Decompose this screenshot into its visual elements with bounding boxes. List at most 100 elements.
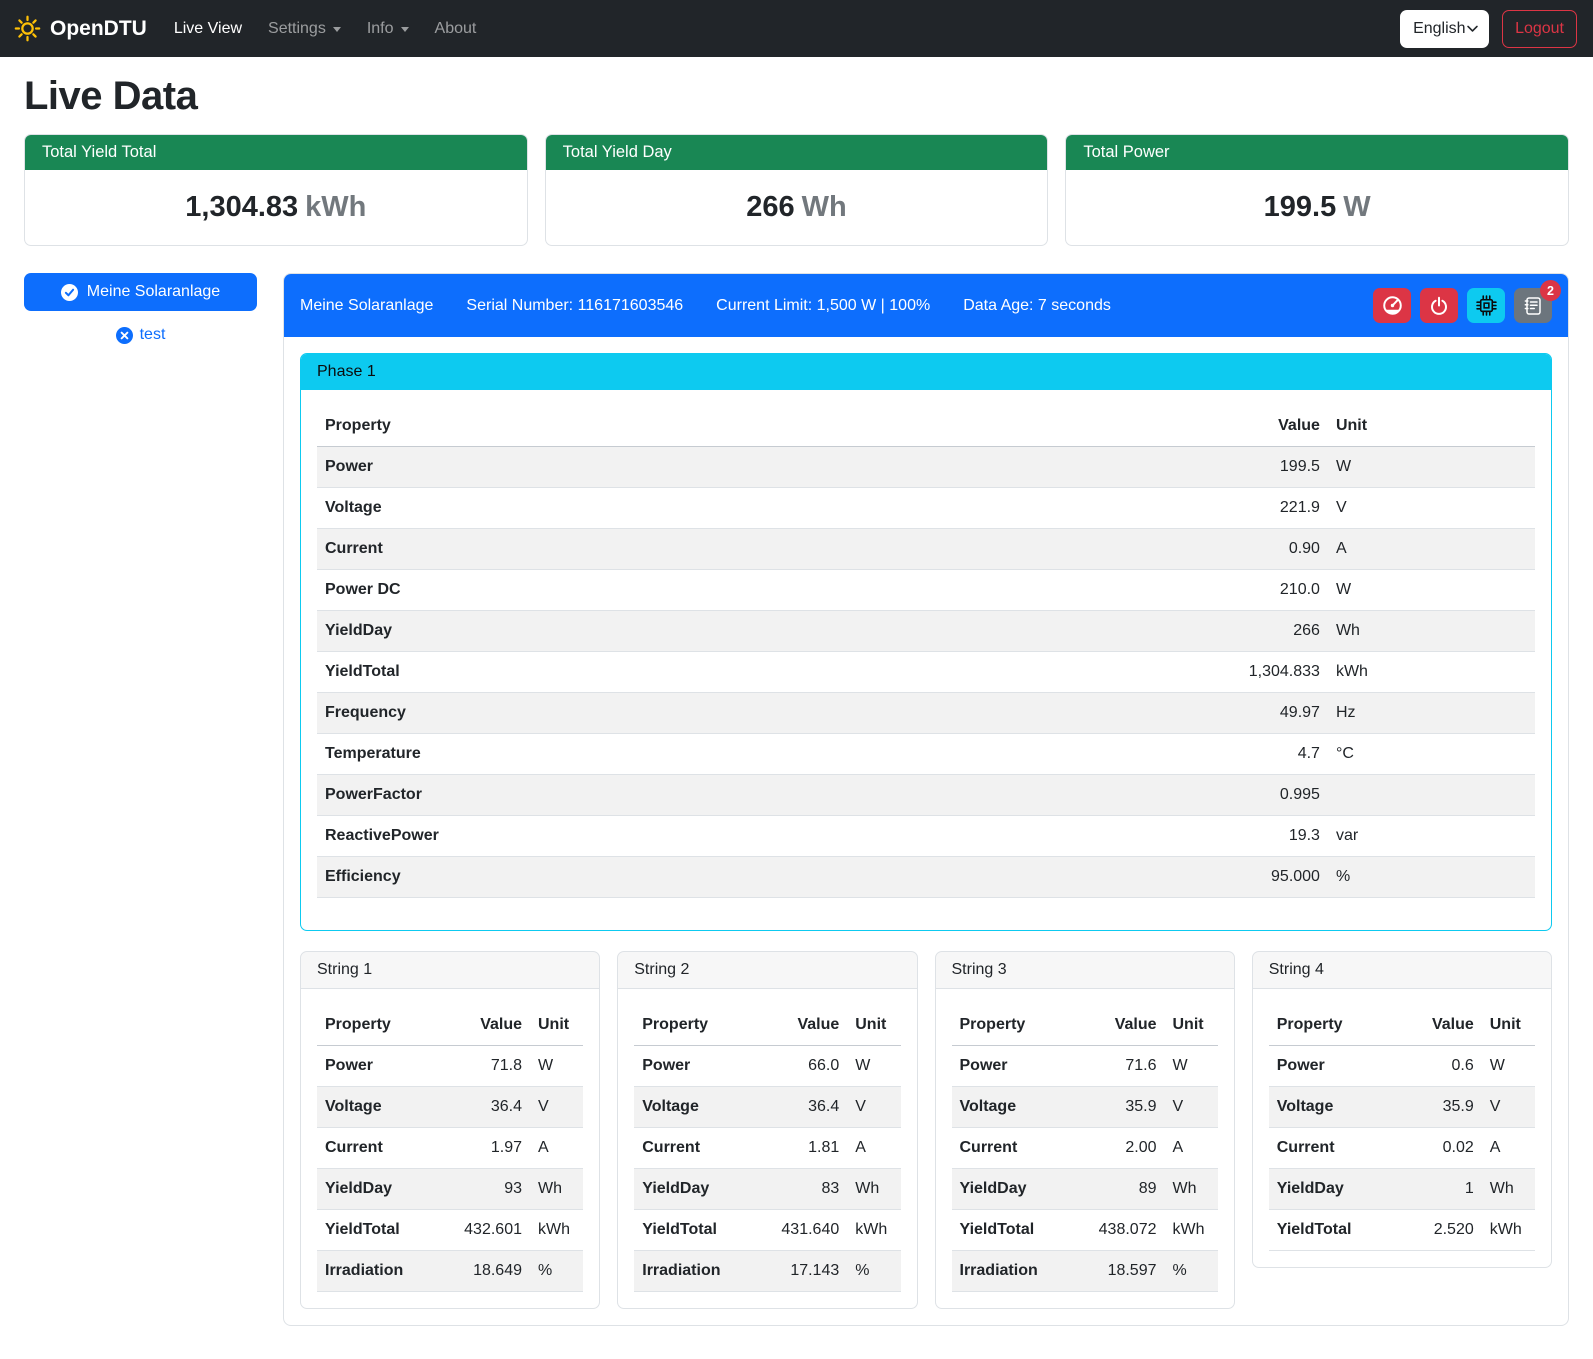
table-row: Voltage36.4V [317,1087,583,1128]
column-property: Property [317,406,1170,447]
nav-item-settings[interactable]: Settings [255,12,354,46]
table-row: YieldDay93Wh [317,1169,583,1210]
unit-cell: kWh [1482,1210,1535,1251]
unit-cell: V [1328,488,1535,529]
inverter-button-test[interactable]: test [24,326,257,344]
language-select[interactable]: English [1400,10,1489,48]
unit-cell: V [530,1087,583,1128]
property-cell: PowerFactor [317,775,1170,816]
card-value-row: 199.5W [1066,170,1568,245]
table-row: Power199.5W [317,447,1535,488]
table-row: Voltage35.9V [1269,1087,1535,1128]
property-cell: Voltage [317,1087,450,1128]
table-row: Power71.8W [317,1046,583,1087]
language-selected-value: English [1413,20,1465,38]
table-row: Power71.6W [952,1046,1218,1087]
column-unit: Unit [847,1005,900,1046]
property-cell: Power DC [317,570,1170,611]
property-cell: Current [317,529,1170,570]
inverter-selector: Meine Solaranlage test [24,273,257,344]
property-cell: Irradiation [634,1251,767,1292]
value-cell: 36.4 [767,1087,847,1128]
device-info-button[interactable] [1467,288,1505,323]
value-cell: 0.90 [1170,529,1328,570]
table-header-row: Property Value Unit [317,1005,583,1046]
nav-item-live-view[interactable]: Live View [161,12,255,46]
column-property: Property [317,1005,450,1046]
table-row: Frequency49.97Hz [317,693,1535,734]
property-cell: Voltage [952,1087,1085,1128]
total-power-card: Total Power 199.5W [1065,134,1569,246]
value-cell: 71.8 [450,1046,530,1087]
inverter-data-age: Data Age: 7 seconds [963,297,1111,315]
unit-cell: A [1482,1128,1535,1169]
property-cell: YieldDay [1269,1169,1402,1210]
string-3-table: Property Value Unit Power71.6WVoltage35.… [952,1005,1218,1292]
string-title: String 2 [618,952,916,989]
table-row: YieldDay89Wh [952,1169,1218,1210]
limit-settings-button[interactable] [1373,288,1411,323]
card-unit: W [1343,191,1370,223]
value-cell: 18.597 [1085,1251,1165,1292]
table-row: Power0.6W [1269,1046,1535,1087]
logout-button[interactable]: Logout [1502,10,1577,48]
value-cell: 35.9 [1402,1087,1482,1128]
nav-item-label: Info [367,20,394,38]
nav-item-about[interactable]: About [422,12,490,46]
table-row: Current1.97A [317,1128,583,1169]
total-yield-total-card: Total Yield Total 1,304.83kWh [24,134,528,246]
nav-item-info[interactable]: Info [354,12,422,46]
unit-cell: % [530,1251,583,1292]
table-row: YieldTotal438.072kWh [952,1210,1218,1251]
card-unit: Wh [802,191,847,223]
nav-item-label: About [435,20,477,38]
inverter-serial: Serial Number: 116171603546 [466,297,683,315]
table-row: ReactivePower19.3var [317,816,1535,857]
speedometer-icon [1382,295,1403,316]
column-unit: Unit [1165,1005,1218,1046]
nav-item-label: Settings [268,20,326,38]
string-4-card: String 4 Property Value Unit [1252,951,1552,1268]
unit-cell: A [847,1128,900,1169]
value-cell: 2.00 [1085,1128,1165,1169]
strings-grid: String 1 Property Value Unit [300,951,1552,1309]
sun-icon [14,15,41,42]
unit-cell: var [1328,816,1535,857]
value-cell: 36.4 [450,1087,530,1128]
unit-cell: Wh [847,1169,900,1210]
value-cell: 35.9 [1085,1087,1165,1128]
value-cell: 83 [767,1169,847,1210]
unit-cell: kWh [1328,652,1535,693]
property-cell: Power [952,1046,1085,1087]
column-value: Value [767,1005,847,1046]
table-row: YieldDay1Wh [1269,1169,1535,1210]
property-cell: YieldTotal [317,1210,450,1251]
card-unit: kWh [305,191,366,223]
column-unit: Unit [530,1005,583,1046]
unit-cell: kWh [530,1210,583,1251]
value-cell: 95.000 [1170,857,1328,898]
power-button[interactable] [1420,288,1458,323]
inverter-card: Meine Solaranlage Serial Number: 1161716… [283,273,1569,1326]
table-header-row: Property Value Unit [317,406,1535,447]
value-cell: 66.0 [767,1046,847,1087]
property-cell: Power [634,1046,767,1087]
unit-cell: kWh [847,1210,900,1251]
table-row: Voltage35.9V [952,1087,1218,1128]
property-cell: Irradiation [317,1251,450,1292]
string-title: String 1 [301,952,599,989]
property-cell: Power [317,1046,450,1087]
card-title: Total Power [1066,135,1568,170]
table-header-row: Property Value Unit [634,1005,900,1046]
property-cell: YieldDay [952,1169,1085,1210]
value-cell: 71.6 [1085,1046,1165,1087]
chevron-down-icon [1466,22,1479,35]
brand[interactable]: OpenDTU [14,15,147,42]
unit-cell: kWh [1165,1210,1218,1251]
property-cell: Current [634,1128,767,1169]
nav-links: Live View Settings Info About [161,12,490,46]
unit-cell: V [1482,1087,1535,1128]
check-circle-icon [61,284,78,301]
inverter-button-meine-solaranlage[interactable]: Meine Solaranlage [24,273,257,311]
event-log-button[interactable]: 2 [1514,288,1552,323]
